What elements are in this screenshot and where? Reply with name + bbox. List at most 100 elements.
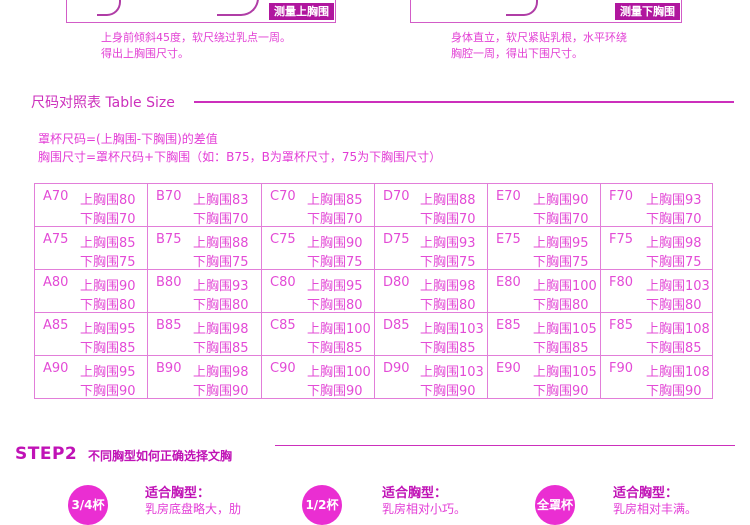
under-bust-value: 下胸围90 [307, 384, 363, 399]
lower-caption-line-2: 胸腔一周，得出下围尺寸。 [451, 47, 583, 60]
size-cell: F70 上胸围93 下胸围70 [600, 183, 713, 227]
upper-bust-value: 上胸围93 [646, 193, 702, 208]
upper-bust-value: 上胸围103 [420, 365, 484, 380]
size-cell: E75 上胸围95 下胸围75 [487, 226, 601, 270]
lower-caption-line-1: 身体直立，软尺紧贴乳根，水平环绕 [451, 31, 627, 44]
under-bust-value: 下胸围80 [533, 298, 589, 313]
fit-desc-half: 乳房相对小巧。 [382, 502, 467, 516]
size-cell: D75 上胸围93 下胸围75 [374, 226, 488, 270]
cup-size-label: E90 [496, 361, 521, 376]
fit-desc-full: 乳房相对丰满。 [613, 502, 698, 516]
upper-bust-value: 上胸围105 [533, 322, 597, 337]
cup-size-label: A85 [43, 318, 69, 333]
size-cell: E90 上胸围105 下胸围90 [487, 355, 601, 399]
under-bust-value: 下胸围70 [307, 212, 363, 227]
under-bust-value: 下胸围80 [420, 298, 476, 313]
upper-bust-value: 上胸围108 [646, 322, 710, 337]
cup-size-label: A75 [43, 232, 69, 247]
size-cell: F75 上胸围98 下胸围75 [600, 226, 713, 270]
upper-bust-value: 上胸围85 [80, 236, 136, 251]
under-bust-value: 下胸围75 [420, 255, 476, 270]
under-bust-value: 下胸围75 [193, 255, 249, 270]
cup-size-label: B70 [156, 189, 182, 204]
cup-size-label: B85 [156, 318, 182, 333]
cup-size-formula: 罩杯尺码=(上胸围-下胸围)的差值 [38, 132, 218, 146]
upper-bust-value: 上胸围103 [646, 279, 710, 294]
size-cell: E85 上胸围105 下胸围85 [487, 312, 601, 356]
cup-size-label: D75 [383, 232, 410, 247]
under-bust-value: 下胸围90 [646, 384, 702, 399]
upper-bust-value: 上胸围98 [646, 236, 702, 251]
upper-caption-line-1: 上身前倾斜45度，软尺绕过乳点一周。 [101, 31, 291, 44]
measure-lower-image: 测量下胸围 [410, 0, 682, 23]
upper-bust-value: 上胸围88 [193, 236, 249, 251]
cup-size-label: A90 [43, 361, 69, 376]
table-size-title: 尺码对照表 Table Size [31, 95, 175, 111]
under-bust-value: 下胸围85 [646, 341, 702, 356]
size-cell: B75 上胸围88 下胸围75 [147, 226, 262, 270]
upper-bust-value: 上胸围98 [420, 279, 476, 294]
fit-title-half: 适合胸型： [382, 486, 448, 501]
cup-size-label: A70 [43, 189, 69, 204]
cup-size-label: B75 [156, 232, 182, 247]
under-bust-value: 下胸围80 [193, 298, 249, 313]
fit-title-three-quarter: 适合胸型： [145, 486, 211, 501]
upper-bust-value: 上胸围100 [307, 365, 371, 380]
size-cell: F90 上胸围108 下胸围90 [600, 355, 713, 399]
size-cell: A85 上胸围95 下胸围85 [34, 312, 148, 356]
upper-bust-value: 上胸围98 [193, 322, 249, 337]
size-cell: E80 上胸围100 下胸围80 [487, 269, 601, 313]
measure-upper-badge: 测量上胸围 [269, 3, 334, 20]
upper-bust-value: 上胸围88 [420, 193, 476, 208]
upper-bust-value: 上胸围93 [193, 279, 249, 294]
upper-bust-value: 上胸围93 [420, 236, 476, 251]
size-cell: B80 上胸围93 下胸围80 [147, 269, 262, 313]
under-bust-value: 下胸围80 [80, 298, 136, 313]
upper-bust-value: 上胸围90 [533, 193, 589, 208]
size-cell: D70 上胸围88 下胸围70 [374, 183, 488, 227]
under-bust-value: 下胸围80 [646, 298, 702, 313]
under-bust-value: 下胸围85 [533, 341, 589, 356]
body-outline-graphic [506, 0, 538, 16]
cup-size-label: C80 [270, 275, 296, 290]
cup-size-label: F85 [609, 318, 634, 333]
step2-divider [275, 445, 735, 446]
under-bust-value: 下胸围85 [193, 341, 249, 356]
size-cell: F85 上胸围108 下胸围85 [600, 312, 713, 356]
upper-bust-value: 上胸围95 [80, 365, 136, 380]
upper-bust-value: 上胸围90 [80, 279, 136, 294]
size-cell: D80 上胸围98 下胸围80 [374, 269, 488, 313]
size-cell: F80 上胸围103 下胸围80 [600, 269, 713, 313]
under-bust-value: 下胸围75 [307, 255, 363, 270]
cup-size-label: D80 [383, 275, 410, 290]
under-bust-value: 下胸围80 [307, 298, 363, 313]
under-bust-value: 下胸围85 [307, 341, 363, 356]
under-bust-value: 下胸围90 [80, 384, 136, 399]
under-bust-value: 下胸围85 [420, 341, 476, 356]
cup-size-label: C90 [270, 361, 296, 376]
cup-size-label: E70 [496, 189, 521, 204]
upper-bust-value: 上胸围100 [533, 279, 597, 294]
cup-size-label: F80 [609, 275, 634, 290]
table-row: A85 上胸围95 下胸围85 B85 上胸围98 下胸围85 C85 上胸围100 下胸围85… [34, 312, 713, 356]
cup-size-label: B80 [156, 275, 182, 290]
size-cell: E70 上胸围90 下胸围70 [487, 183, 601, 227]
size-cell: C90 上胸围100 下胸围90 [261, 355, 375, 399]
body-outline-graphic [217, 0, 259, 16]
upper-bust-value: 上胸围108 [646, 365, 710, 380]
step2-title: STEP2 [15, 444, 78, 464]
cup-size-label: E80 [496, 275, 521, 290]
size-cell: A80 上胸围90 下胸围80 [34, 269, 148, 313]
cup-size-label: F70 [609, 189, 634, 204]
cup-size-label: C70 [270, 189, 296, 204]
under-bust-value: 下胸围90 [533, 384, 589, 399]
size-cell: B70 上胸围83 下胸围70 [147, 183, 262, 227]
cup-badge-three-quarter: 3/4杯 [68, 485, 108, 525]
fit-desc-three-quarter: 乳房底盘略大，肋 [145, 502, 242, 516]
upper-bust-value: 上胸围95 [307, 279, 363, 294]
under-bust-value: 下胸围70 [646, 212, 702, 227]
cup-size-label: D70 [383, 189, 410, 204]
upper-bust-value: 上胸围100 [307, 322, 371, 337]
fit-title-full: 适合胸型： [613, 486, 679, 501]
measure-upper-image: 测量上胸围 [66, 0, 336, 23]
